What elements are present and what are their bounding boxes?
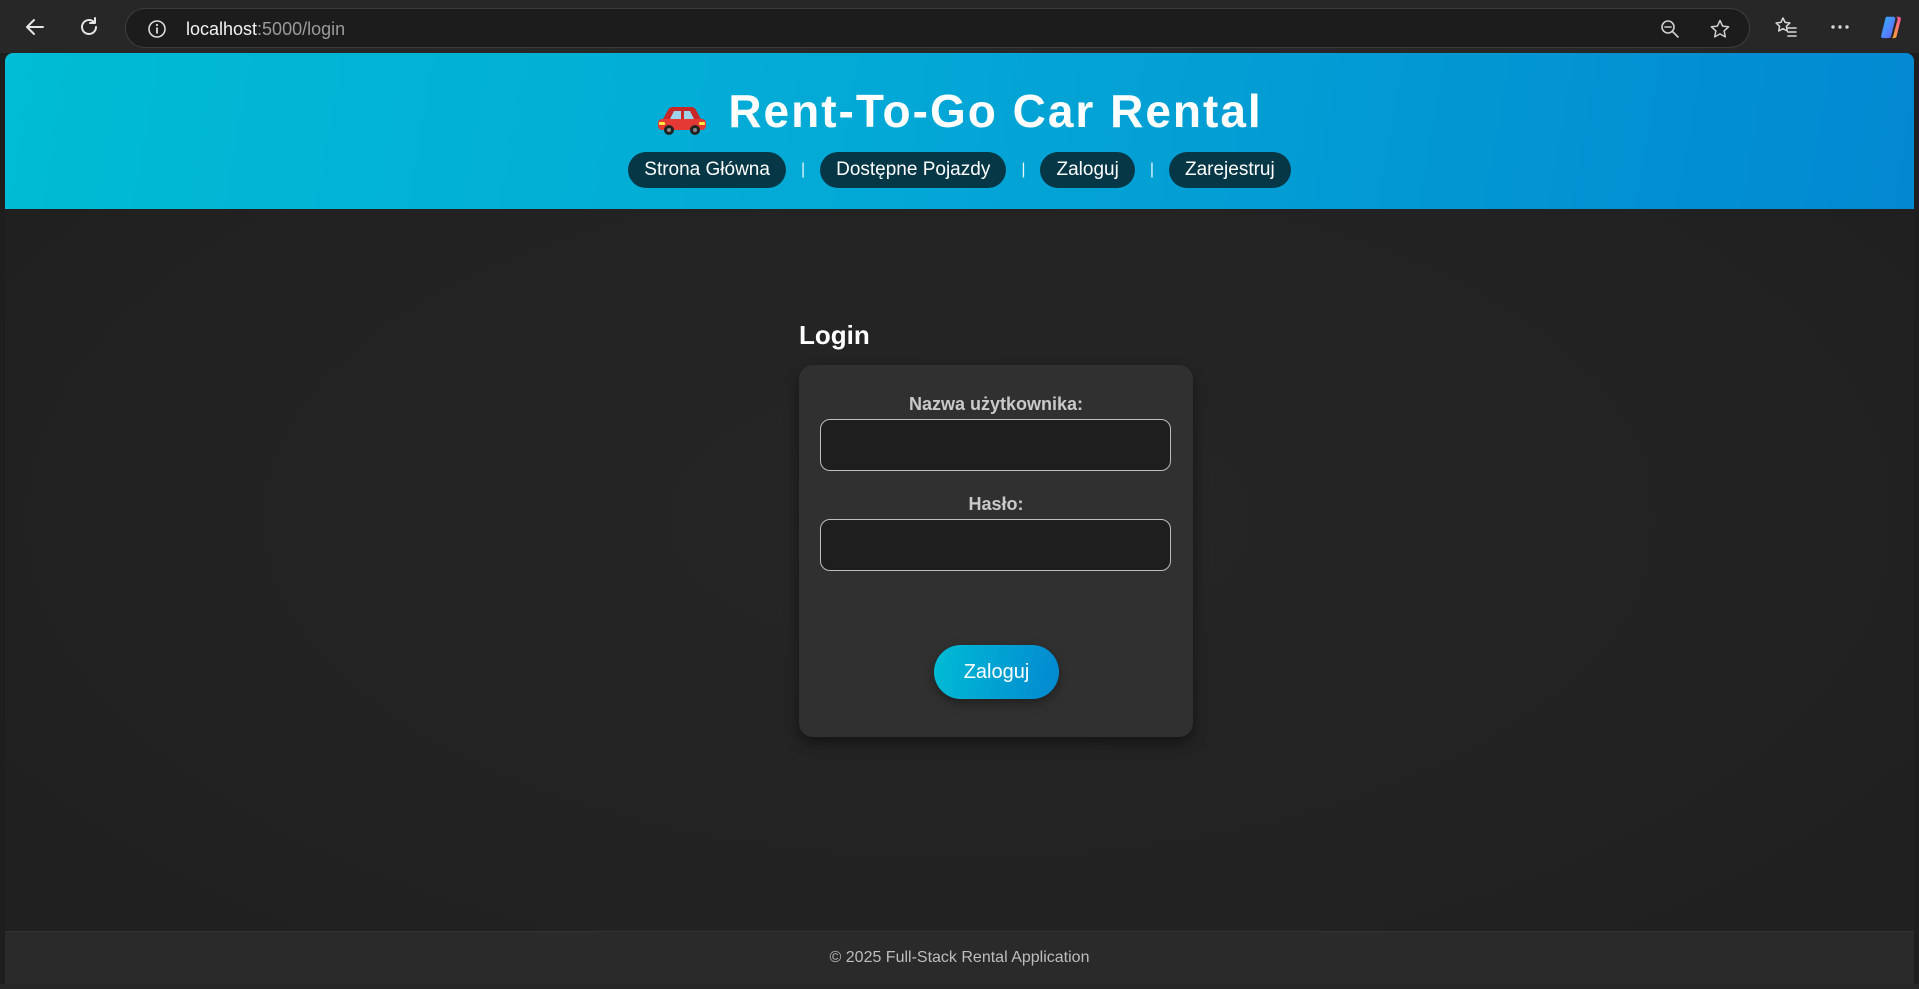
main-content: Login Nazwa użytkownika: Hasło: Zaloguj — [5, 209, 1914, 984]
reload-icon[interactable] — [72, 10, 106, 44]
main-nav: Strona Główna | Dostępne Pojazdy | Zalog… — [5, 152, 1914, 188]
zoom-out-icon[interactable] — [1659, 18, 1681, 40]
page-title: Login — [799, 320, 870, 350]
info-icon[interactable] — [147, 19, 167, 39]
login-button[interactable]: Zaloguj — [934, 645, 1059, 699]
star-icon[interactable] — [1709, 18, 1731, 40]
address-bar[interactable]: localhost:5000/login — [125, 8, 1750, 48]
copilot-icon[interactable] — [1878, 14, 1904, 40]
nav-link-login[interactable]: Zaloguj — [1040, 152, 1135, 188]
site-header: Rent-To-Go Car Rental Strona Główna | Do… — [5, 53, 1914, 209]
login-form: Nazwa użytkownika: Hasło: Zaloguj — [799, 365, 1193, 737]
site-title-text: Rent-To-Go Car Rental — [728, 85, 1263, 137]
nav-separator: | — [800, 161, 806, 178]
browser-toolbar: localhost:5000/login — [0, 0, 1919, 53]
back-arrow-icon[interactable] — [18, 10, 52, 44]
url-host: localhost — [186, 19, 258, 39]
url-text[interactable]: localhost:5000/login — [186, 19, 345, 39]
favorites-icon[interactable] — [1773, 14, 1799, 40]
username-label: Nazwa użytkownika: — [908, 394, 1084, 414]
nav-separator: | — [1021, 161, 1026, 178]
nav-link-register[interactable]: Zarejestruj — [1168, 152, 1291, 188]
site-footer: © 2025 Full-Stack Rental Application — [5, 931, 1914, 984]
nav-separator: | — [1149, 161, 1154, 178]
footer-text: © 2025 Full-Stack Rental Application — [829, 949, 1090, 966]
window-border — [0, 984, 1919, 989]
url-path: :5000/login — [257, 19, 346, 39]
page-viewport: Rent-To-Go Car Rental Strona Główna | Do… — [5, 53, 1914, 984]
more-icon[interactable] — [1827, 14, 1853, 40]
nav-link-vehicles[interactable]: Dostępne Pojazdy — [820, 152, 1007, 188]
site-title: Rent-To-Go Car Rental — [5, 83, 1914, 139]
password-field[interactable] — [820, 519, 1171, 571]
username-field[interactable] — [820, 419, 1171, 471]
password-label: Hasło: — [968, 494, 1024, 514]
car-icon — [656, 93, 708, 135]
nav-link-home[interactable]: Strona Główna — [628, 152, 786, 188]
